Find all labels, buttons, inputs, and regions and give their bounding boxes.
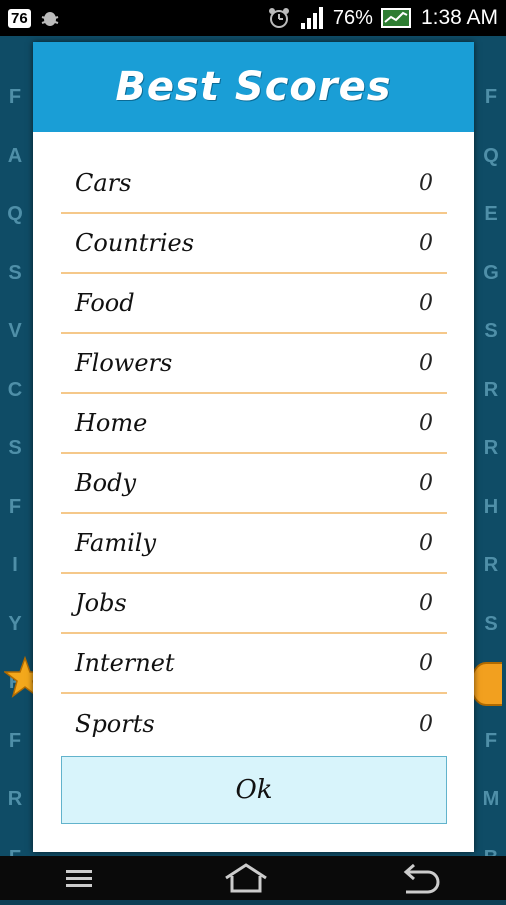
status-right: 76% 1:38 AM (267, 5, 498, 31)
score-row: Internet 0 (61, 634, 447, 694)
score-row: Family 0 (61, 514, 447, 574)
grid-letter: R (476, 554, 506, 613)
grid-letter: R (0, 788, 30, 847)
alarm-icon (267, 6, 291, 30)
grid-letter: F (0, 730, 30, 789)
status-bar: 76 76% 1:38 AM (0, 0, 506, 36)
signal-icon (299, 5, 325, 31)
category-label: Family (75, 529, 156, 557)
notification-badge: 76 (8, 9, 31, 28)
grid-letter: C (0, 379, 30, 438)
dialog-header: Best Scores (33, 42, 474, 132)
navigation-bar (0, 856, 506, 900)
ok-button[interactable]: Ok (61, 756, 447, 824)
grid-letter: R (476, 379, 506, 438)
grid-letter: S (476, 320, 506, 379)
bug-icon (39, 7, 61, 29)
score-value: 0 (419, 712, 433, 737)
score-row: Home 0 (61, 394, 447, 454)
back-icon[interactable] (398, 862, 442, 894)
best-scores-dialog: Best Scores Cars 0 Countries 0 Food 0 Fl… (33, 42, 474, 852)
dialog-title: Best Scores (115, 64, 391, 110)
category-label: Jobs (75, 589, 127, 617)
score-value: 0 (419, 231, 433, 256)
grid-letter: S (0, 437, 30, 496)
score-row: Flowers 0 (61, 334, 447, 394)
category-label: Flowers (75, 349, 172, 377)
grid-letter: Q (476, 145, 506, 204)
grid-letter: I (0, 554, 30, 613)
score-list: Cars 0 Countries 0 Food 0 Flowers 0 Home… (61, 154, 447, 754)
battery-percent: 76% (333, 7, 373, 30)
category-label: Internet (75, 649, 175, 677)
score-row: Countries 0 (61, 214, 447, 274)
category-label: Food (75, 289, 135, 317)
score-row: Sports 0 (61, 694, 447, 754)
score-value: 0 (419, 471, 433, 496)
letter-column-right: F Q E G S R R H R S Y F M B (476, 86, 506, 905)
grid-letter: F (476, 730, 506, 789)
score-row: Food 0 (61, 274, 447, 334)
score-value: 0 (419, 411, 433, 436)
grid-letter: S (0, 262, 30, 321)
score-row: Cars 0 (61, 154, 447, 214)
grid-letter: E (476, 203, 506, 262)
category-label: Home (75, 409, 147, 437)
grid-letter: F (0, 86, 30, 145)
score-value: 0 (419, 351, 433, 376)
grid-letter: G (476, 262, 506, 321)
score-value: 0 (419, 291, 433, 316)
grid-letter: M (476, 788, 506, 847)
category-label: Cars (75, 169, 131, 197)
coin-icon (470, 662, 502, 706)
home-icon[interactable] (222, 862, 270, 894)
clock: 1:38 AM (421, 6, 498, 30)
menu-icon[interactable] (64, 866, 94, 890)
battery-icon (381, 7, 413, 29)
grid-letter: A (0, 145, 30, 204)
grid-letter: H (476, 496, 506, 555)
score-value: 0 (419, 531, 433, 556)
score-value: 0 (419, 651, 433, 676)
grid-letter: F (0, 496, 30, 555)
category-label: Sports (75, 710, 155, 738)
score-value: 0 (419, 171, 433, 196)
score-row: Jobs 0 (61, 574, 447, 634)
grid-letter: Q (0, 203, 30, 262)
grid-letter: R (476, 437, 506, 496)
grid-letter: F (476, 86, 506, 145)
grid-letter: V (0, 320, 30, 379)
score-row: Body 0 (61, 454, 447, 514)
category-label: Body (75, 469, 136, 497)
score-value: 0 (419, 591, 433, 616)
category-label: Countries (75, 229, 194, 257)
letter-column-left: F A Q S V C S F I Y F F R F (0, 86, 30, 905)
